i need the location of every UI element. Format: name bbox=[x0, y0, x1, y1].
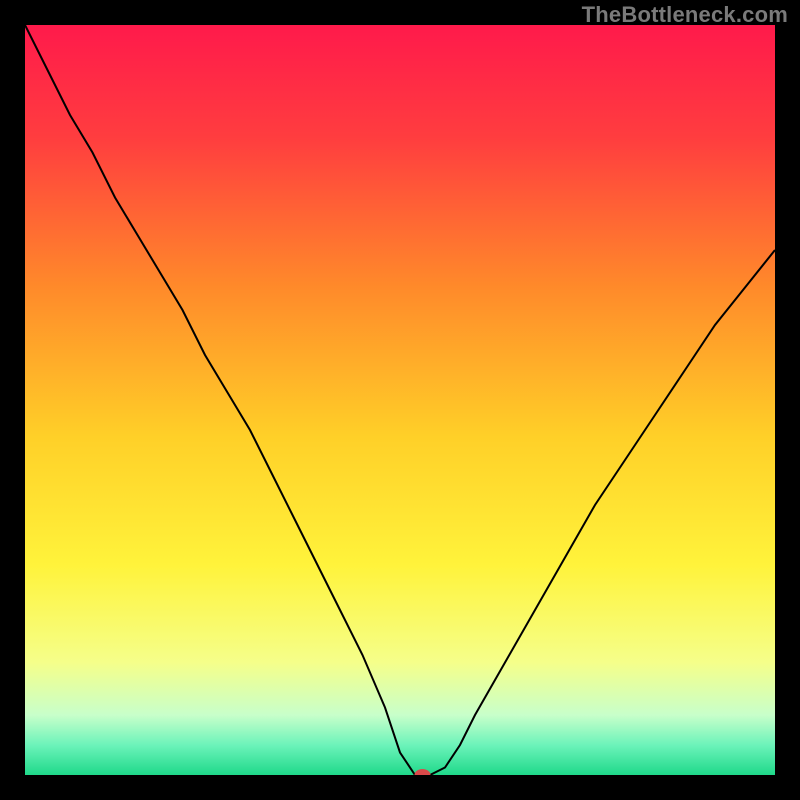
gradient-background bbox=[25, 25, 775, 775]
watermark-text: TheBottleneck.com bbox=[582, 2, 788, 28]
chart-frame: TheBottleneck.com bbox=[0, 0, 800, 800]
bottleneck-chart bbox=[25, 25, 775, 775]
